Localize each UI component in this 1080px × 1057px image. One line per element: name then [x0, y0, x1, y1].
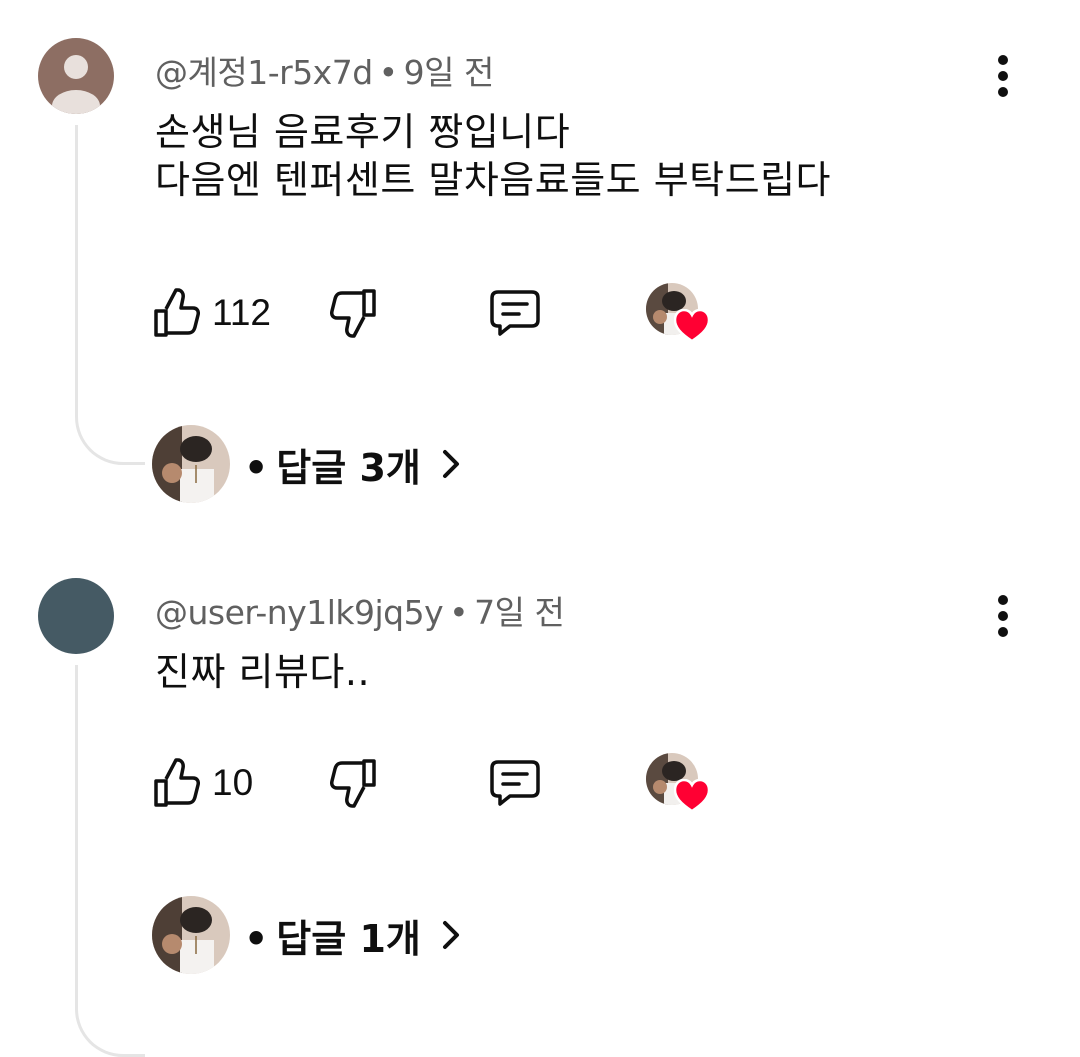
comment-age: 7일 전 [474, 593, 565, 632]
comment-line: 다음엔 텐퍼센트 말차음료들도 부탁드립다 [155, 158, 832, 202]
avatar[interactable] [38, 38, 114, 114]
comment-icon [490, 760, 540, 806]
replies-label: 답글 1개 [276, 916, 421, 961]
replies-label: 답글 3개 [276, 445, 421, 490]
comment-line: 손생님 음료후기 짱입니다 [155, 110, 571, 154]
reply-avatar [152, 896, 230, 974]
comment-actions: 10 [152, 753, 752, 817]
replies-bullet: • [244, 445, 269, 490]
chevron-right-icon [442, 921, 459, 949]
heart-icon [674, 309, 710, 343]
creator-heart [646, 283, 716, 347]
reply-button[interactable] [488, 755, 542, 811]
reply-button[interactable] [488, 285, 542, 341]
view-replies-button[interactable]: • 답글 1개 [152, 896, 461, 974]
comment-meta: @계정1-r5x7d • 9일 전 [155, 46, 494, 94]
reply-avatar [152, 425, 230, 503]
view-replies-button[interactable]: • 답글 3개 [152, 425, 461, 503]
comment-meta: @user-ny1lk9jq5y • 7일 전 [155, 586, 565, 634]
replies-count-label: • 답글 1개 [244, 908, 421, 963]
thumb-up-icon [154, 288, 200, 337]
comment-thread: @user-ny1lk9jq5y • 7일 전 진짜 리뷰다.. 10 • 답글… [0, 540, 1080, 1057]
creator-heart [646, 753, 716, 817]
like-button[interactable]: 112 [152, 285, 271, 341]
like-count: 10 [212, 762, 254, 803]
dislike-button[interactable] [330, 285, 378, 341]
comment-author[interactable]: @user-ny1lk9jq5y [155, 593, 444, 632]
meta-separator: • [449, 593, 469, 632]
comment-author[interactable]: @계정1-r5x7d [155, 53, 373, 92]
comment-icon [490, 290, 540, 336]
like-count: 112 [212, 292, 271, 333]
thumb-down-icon [330, 759, 376, 808]
like-button[interactable]: 10 [152, 755, 253, 811]
avatar[interactable] [38, 578, 114, 654]
comment-body: 손생님 음료후기 짱입니다 다음엔 텐퍼센트 말차음료들도 부탁드립다 [155, 108, 831, 204]
dislike-button[interactable] [330, 755, 378, 811]
meta-separator: • [378, 53, 398, 92]
comment-age: 9일 전 [403, 53, 495, 92]
more-vert-icon[interactable] [990, 595, 1016, 641]
thumb-up-icon [154, 758, 200, 807]
replies-bullet: • [244, 916, 269, 961]
thread-line [75, 665, 145, 1057]
thumb-down-icon [330, 289, 376, 338]
comment-actions: 112 [152, 283, 752, 347]
chevron-right-icon [442, 450, 459, 478]
comment-line: 진짜 리뷰다.. [155, 650, 371, 694]
more-vert-icon[interactable] [990, 55, 1016, 101]
comment-thread: @계정1-r5x7d • 9일 전 손생님 음료후기 짱입니다 다음엔 텐퍼센트 말… [0, 0, 1080, 503]
heart-icon [674, 779, 710, 813]
comment-body: 진짜 리뷰다.. [155, 648, 370, 696]
thread-line [75, 125, 145, 465]
replies-count-label: • 답글 3개 [244, 437, 421, 492]
